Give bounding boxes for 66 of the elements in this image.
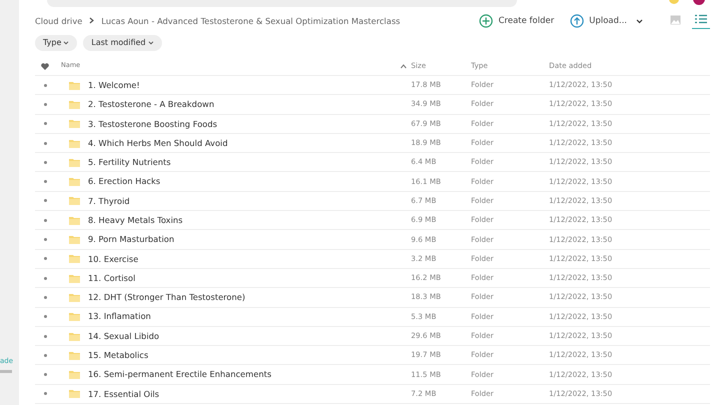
- folder-icon: [69, 216, 80, 225]
- folder-icon: [69, 177, 80, 186]
- row-bullet: [44, 315, 46, 318]
- file-name[interactable]: 15. Metabolics: [88, 349, 148, 362]
- breadcrumb-link[interactable]: Lucas Aoun - Advanced Testosterone & Sexual Optimization Masterclass: [101, 14, 400, 28]
- row-bullet: [44, 218, 46, 222]
- folder-icon: [69, 292, 80, 302]
- file-name[interactable]: 7. Thyroid: [88, 194, 130, 208]
- folder-icon: [69, 389, 80, 398]
- file-name[interactable]: 3. Testosterone Boosting Foods: [88, 118, 218, 130]
- row-bullet: [44, 199, 46, 202]
- file-name[interactable]: 17. Essential Oils: [88, 388, 160, 400]
- file-name[interactable]: 4. Which Herbs Men Should Avoid: [88, 136, 228, 150]
- row-bullet: [44, 160, 46, 164]
- filter-dropdown[interactable]: Last modified: [83, 35, 162, 51]
- row-bullet: [44, 296, 46, 299]
- file-name[interactable]: 13. Inflamation: [88, 310, 151, 323]
- row-bullet: [44, 102, 46, 106]
- file-name[interactable]: 6. Erection Hacks: [88, 175, 160, 188]
- row-bullet: [44, 373, 46, 376]
- folder-icon: [69, 274, 80, 283]
- folder-icon: [69, 370, 80, 380]
- filter-dropdown[interactable]: Type: [35, 35, 78, 51]
- folder-icon: [69, 196, 80, 206]
- file-name[interactable]: 1. Welcome!: [88, 78, 140, 92]
- row-bullet: [44, 238, 46, 242]
- row-bullet: [44, 84, 46, 87]
- row-bullet: [44, 180, 46, 184]
- folder-icon: [69, 158, 80, 167]
- file-name[interactable]: 12. DHT (Stronger Than Testosterone): [88, 291, 246, 304]
- file-name[interactable]: 16. Semi-permanent Erectile Enhancements: [88, 368, 272, 381]
- row-bullet: [44, 122, 46, 126]
- avatar-icon[interactable]: [666, 0, 706, 5]
- folder-icon: [69, 100, 80, 109]
- folder-icon: [69, 312, 80, 322]
- row-bullet: [44, 257, 46, 260]
- row-bullet: [44, 354, 46, 357]
- folder-icon: [69, 80, 80, 90]
- file-name[interactable]: 5. Fertility Nutrients: [88, 156, 171, 169]
- row-bullet: [44, 142, 46, 145]
- caret-icon: [636, 18, 643, 24]
- row-bullet: [44, 392, 46, 396]
- folder-icon: [69, 350, 80, 360]
- file-name[interactable]: 8. Heavy Metals Toxins: [88, 214, 183, 226]
- row-bullet: [44, 334, 46, 338]
- create-folder-button[interactable]: Create folder: [479, 14, 554, 28]
- file-name[interactable]: 10. Exercise: [88, 252, 138, 266]
- caret-icon: [148, 40, 154, 45]
- row-bullet: [44, 276, 46, 280]
- chevron-icon: [89, 17, 94, 24]
- folder-icon: [69, 332, 80, 340]
- file-name[interactable]: 9. Porn Masturbation: [88, 233, 174, 246]
- list-view-button[interactable]: [692, 14, 710, 28]
- file-name[interactable]: 11. Cortisol: [88, 272, 136, 284]
- folder-icon: [69, 138, 80, 148]
- plus-icon: [479, 14, 494, 28]
- heart-icon[interactable]: [41, 62, 49, 70]
- folder-icon: [69, 119, 80, 128]
- upload-button[interactable]: Upload...: [570, 14, 643, 28]
- file-name[interactable]: 14. Sexual Libido: [88, 330, 160, 342]
- caret-icon: [63, 40, 70, 45]
- folder-icon: [69, 254, 80, 264]
- breadcrumb-link[interactable]: Cloud drive: [35, 14, 82, 28]
- file-name[interactable]: 2. Testosterone - A Breakdown: [88, 98, 214, 111]
- folder-icon: [69, 235, 80, 244]
- upload-icon: [570, 14, 584, 28]
